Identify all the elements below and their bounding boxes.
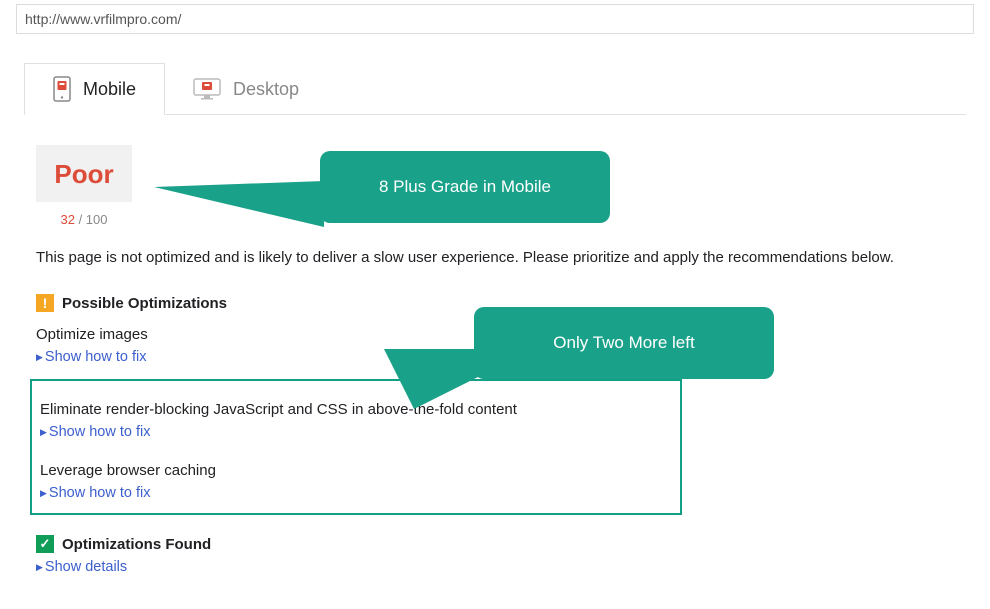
- possible-optimizations-title: Possible Optimizations: [62, 295, 227, 312]
- optimizations-found-header: ✓ Optimizations Found: [36, 535, 990, 553]
- highlighted-optimizations-box: Eliminate render-blocking JavaScript and…: [30, 379, 682, 515]
- check-icon: ✓: [36, 535, 54, 553]
- annotation-callout: 8 Plus Grade in Mobile: [320, 151, 610, 223]
- callout-text: 8 Plus Grade in Mobile: [379, 175, 551, 199]
- mobile-icon: [53, 76, 71, 102]
- optimizations-found-title: Optimizations Found: [62, 536, 211, 553]
- annotation-callout: Only Two More left: [474, 307, 774, 379]
- show-how-label: Show how to fix: [49, 424, 151, 440]
- score-max: 100: [86, 212, 108, 227]
- expand-icon: ▶: [40, 488, 47, 499]
- expand-icon: ▶: [40, 427, 47, 438]
- score-value-row: 32 / 100: [36, 212, 132, 227]
- tab-desktop-label: Desktop: [233, 79, 299, 100]
- show-how-label: Show how to fix: [49, 485, 151, 501]
- show-how-to-fix-link[interactable]: ▶ Show how to fix: [40, 424, 680, 440]
- optimization-item: Leverage browser caching: [40, 462, 680, 479]
- tab-desktop[interactable]: Desktop: [165, 63, 327, 115]
- expand-icon: ▶: [36, 562, 43, 573]
- score-sep: /: [75, 212, 86, 227]
- score-grade: Poor: [36, 145, 132, 202]
- callout-text: Only Two More left: [553, 331, 694, 355]
- page-description: This page is not optimized and is likely…: [36, 249, 990, 266]
- show-details-label: Show details: [45, 559, 127, 575]
- device-tabs: Mobile Desktop: [24, 62, 966, 115]
- score-value: 32: [60, 212, 74, 227]
- desktop-icon: [193, 78, 221, 100]
- optimization-item: Eliminate render-blocking JavaScript and…: [40, 401, 680, 418]
- show-details-link[interactable]: ▶ Show details: [36, 559, 990, 575]
- tab-mobile[interactable]: Mobile: [24, 63, 165, 115]
- show-how-label: Show how to fix: [45, 349, 147, 365]
- url-input[interactable]: http://www.vrfilmpro.com/: [16, 4, 974, 34]
- warning-icon: !: [36, 294, 54, 312]
- tab-mobile-label: Mobile: [83, 79, 136, 100]
- show-how-to-fix-link[interactable]: ▶ Show how to fix: [40, 485, 680, 501]
- expand-icon: ▶: [36, 352, 43, 363]
- score-block: Poor 32 / 100: [36, 145, 132, 227]
